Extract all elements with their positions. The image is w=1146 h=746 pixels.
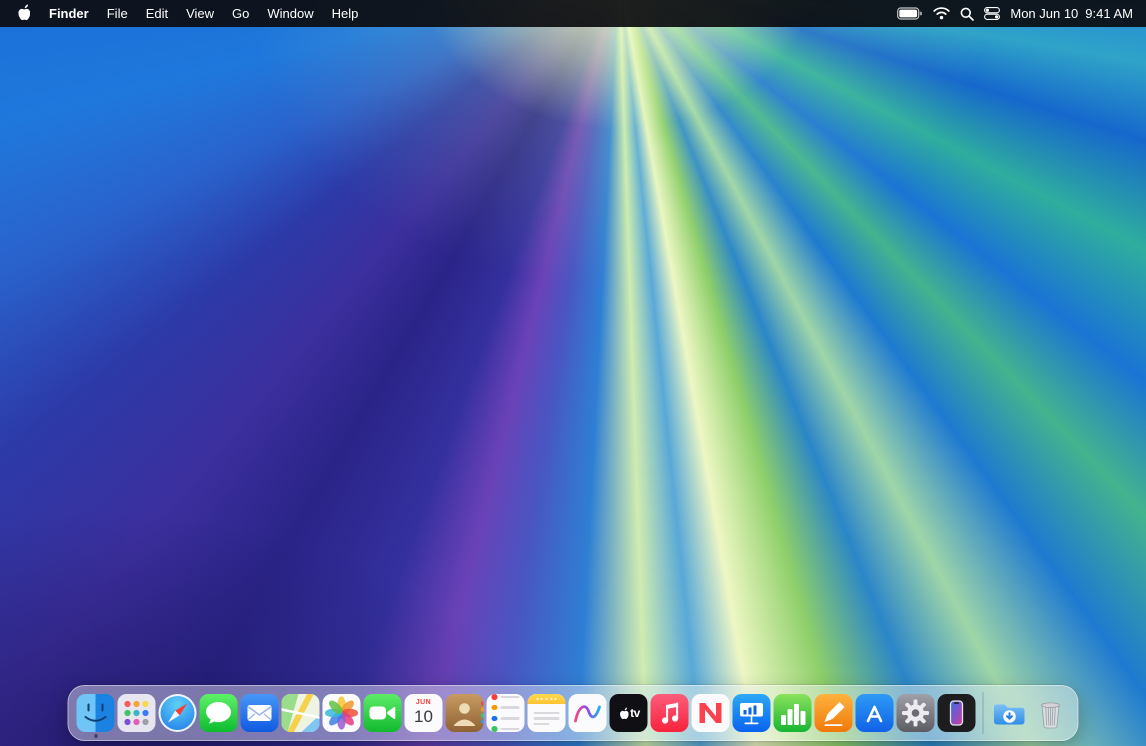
music-note-glyph: [651, 694, 689, 732]
menu-view[interactable]: View: [177, 0, 223, 27]
photos-pinwheel-glyph: [323, 694, 361, 732]
menu-bar: Finder File Edit View Go Window Help Mon…: [0, 0, 1146, 27]
reminders-row: [492, 716, 520, 722]
dock-notes-icon[interactable]: [528, 694, 566, 732]
menu-bar-left: Finder File Edit View Go Window Help: [0, 0, 367, 27]
dock-appstore-icon[interactable]: [856, 694, 894, 732]
dock-trash-icon[interactable]: [1032, 694, 1070, 732]
maps-glyph: [282, 694, 320, 732]
desktop-wallpaper: [0, 0, 1146, 746]
battery-icon[interactable]: [897, 0, 923, 27]
reminders-row: [492, 694, 520, 700]
apple-logo-small-icon: [617, 707, 628, 720]
menu-edit[interactable]: Edit: [137, 0, 177, 27]
gear-icon: [897, 694, 935, 732]
dock-calendar-icon[interactable]: JUN 10: [405, 694, 443, 732]
freeform-scribble-glyph: [569, 694, 607, 732]
dock-system-settings-icon[interactable]: [897, 694, 935, 732]
mail-envelope-glyph: [241, 694, 279, 732]
dock-reminders-icon[interactable]: [487, 694, 525, 732]
menu-go[interactable]: Go: [223, 0, 258, 27]
dock-iphone-mirroring-icon[interactable]: [938, 694, 976, 732]
menu-app-name[interactable]: Finder: [40, 0, 98, 27]
dock-launchpad-icon[interactable]: [118, 694, 156, 732]
appstore-a-glyph: [856, 694, 894, 732]
notes-header-band: [528, 694, 566, 704]
numbers-chart-glyph: [774, 694, 812, 732]
dock-facetime-icon[interactable]: [364, 694, 402, 732]
dock-photos-icon[interactable]: [323, 694, 361, 732]
apple-logo-icon: [15, 4, 30, 24]
calendar-day-label: 10: [414, 708, 433, 725]
dock: JUN 10 tv: [68, 685, 1079, 741]
dock-appletv-icon[interactable]: tv: [610, 694, 648, 732]
apple-menu[interactable]: [0, 0, 40, 27]
menu-file[interactable]: File: [98, 0, 137, 27]
dock-finder-icon[interactable]: [77, 694, 115, 732]
messages-bubble-glyph: [200, 694, 238, 732]
wifi-icon[interactable]: [933, 0, 950, 27]
dock-numbers-icon[interactable]: [774, 694, 812, 732]
menu-bar-status: Mon Jun 10 9:41 AM: [897, 0, 1146, 27]
finder-running-indicator: [94, 734, 98, 738]
finder-face-glyph: [77, 694, 115, 732]
dock-freeform-icon[interactable]: [569, 694, 607, 732]
calendar-month-label: JUN: [416, 699, 432, 706]
dock-safari-icon[interactable]: [159, 694, 197, 732]
dock-separator: [983, 692, 984, 734]
dock-maps-icon[interactable]: [282, 694, 320, 732]
control-center-icon[interactable]: [984, 0, 1000, 27]
dock-contacts-icon[interactable]: [446, 694, 484, 732]
dock-pages-icon[interactable]: [815, 694, 853, 732]
keynote-podium-glyph: [733, 694, 771, 732]
dock-mail-icon[interactable]: [241, 694, 279, 732]
contacts-silhouette-glyph: [446, 694, 484, 732]
menu-help[interactable]: Help: [323, 0, 368, 27]
clock-time: 9:41 AM: [1085, 6, 1133, 21]
spotlight-icon[interactable]: [960, 0, 974, 27]
reminders-row: [492, 726, 520, 732]
dock-messages-icon[interactable]: [200, 694, 238, 732]
reminders-row: [492, 705, 520, 711]
iphone-glyph: [938, 694, 976, 732]
menu-window[interactable]: Window: [258, 0, 322, 27]
notes-lines: [528, 704, 566, 732]
dock-music-icon[interactable]: [651, 694, 689, 732]
trash-can-glyph: [1032, 694, 1070, 732]
dock-keynote-icon[interactable]: [733, 694, 771, 732]
downloads-folder-glyph: [991, 694, 1029, 732]
clock-date: Mon Jun 10: [1010, 6, 1078, 21]
safari-compass-glyph: [159, 694, 197, 732]
news-n-glyph: [692, 694, 730, 732]
tv-label: tv: [630, 706, 640, 720]
pages-pen-glyph: [815, 694, 853, 732]
dock-downloads-icon[interactable]: [991, 694, 1029, 732]
menu-bar-clock[interactable]: Mon Jun 10 9:41 AM: [1010, 6, 1133, 21]
dock-news-icon[interactable]: [692, 694, 730, 732]
facetime-camera-glyph: [364, 694, 402, 732]
launchpad-grid-glyph: [118, 694, 156, 732]
